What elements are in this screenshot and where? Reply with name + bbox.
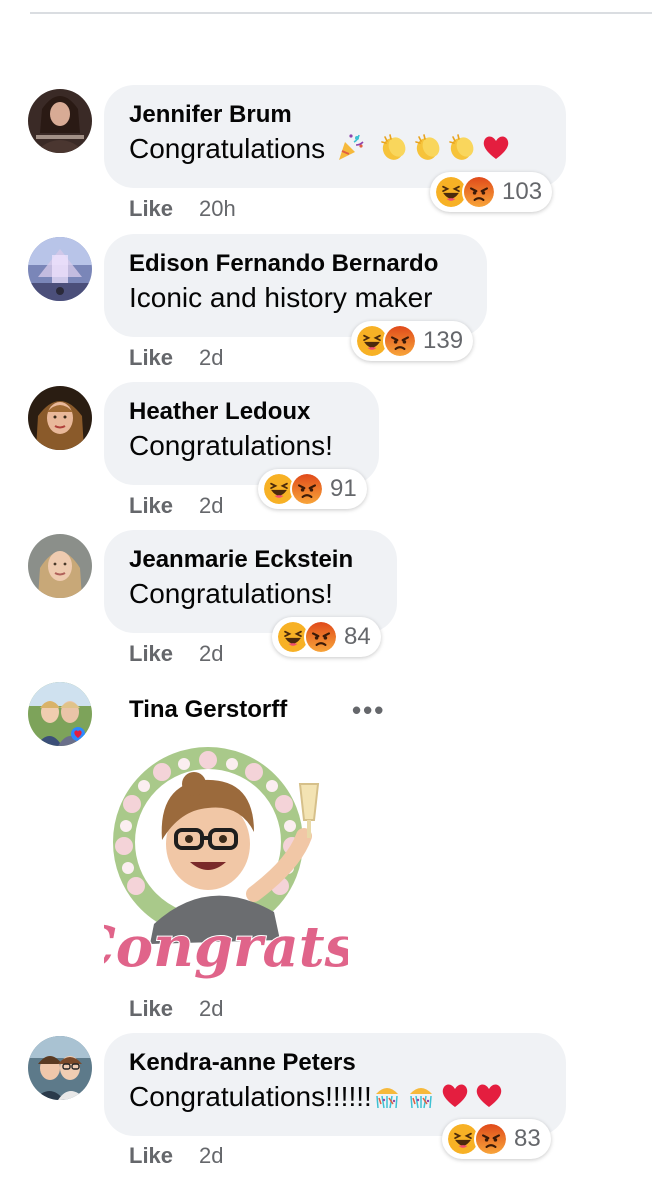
red-heart-icon (440, 1080, 470, 1119)
clapping-hands-icon (447, 132, 477, 171)
reaction-summary[interactable]: 139 (351, 321, 474, 361)
reaction-count: 91 (330, 475, 357, 502)
comment-text: Congratulations!!!!!! (129, 1079, 540, 1119)
comment-timestamp[interactable]: 2d (199, 345, 223, 370)
commenter-name[interactable]: Kendra-anne Peters (129, 1047, 540, 1079)
party-popper-icon (335, 132, 365, 171)
angry-reaction-icon (383, 324, 417, 358)
reaction-summary[interactable]: 91 (258, 469, 367, 509)
commenter-name[interactable]: Tina Gerstorff (129, 694, 287, 726)
more-options-button[interactable]: ••• (352, 697, 385, 723)
comment-timestamp[interactable]: 2d (199, 1143, 223, 1168)
clapping-hands-icon (413, 132, 443, 171)
clapping-hands-icon (379, 132, 409, 171)
comment-timestamp[interactable]: 2d (199, 493, 223, 518)
like-button[interactable]: Like (129, 1143, 173, 1168)
comment-text: Congratulations! (129, 578, 333, 609)
avatar[interactable] (28, 89, 92, 153)
angry-reaction-icon (474, 1122, 508, 1156)
reaction-summary[interactable]: 83 (442, 1119, 551, 1159)
reaction-count: 139 (423, 327, 464, 354)
reaction-count: 84 (344, 623, 371, 650)
like-button[interactable]: Like (129, 996, 173, 1021)
avatar[interactable] (28, 237, 92, 301)
avatar[interactable] (28, 682, 92, 746)
avatar[interactable] (28, 386, 92, 450)
comment-actions: Like 2d (129, 641, 224, 667)
comment-actions: Like 2d (129, 1143, 224, 1169)
comment-timestamp[interactable]: 20h (199, 196, 236, 221)
comment-timestamp[interactable]: 2d (199, 996, 223, 1021)
comment-text: Iconic and history maker (129, 282, 433, 313)
comment-text: Congratulations (129, 131, 540, 171)
reaction-count: 83 (514, 1125, 541, 1152)
avatar[interactable] (28, 1036, 92, 1100)
comment-actions: Like 2d (129, 493, 224, 519)
comment-timestamp[interactable]: 2d (199, 641, 223, 666)
comment-text-content: Congratulations!!!!!! (129, 1081, 372, 1112)
top-divider (30, 12, 652, 14)
angry-reaction-icon (462, 175, 496, 209)
sticker-caption: Congrats! (104, 914, 348, 980)
comment-actions: Like 2d (129, 345, 224, 371)
angry-reaction-icon (304, 620, 338, 654)
comment-actions: Like 20h (129, 196, 236, 222)
like-button[interactable]: Like (129, 196, 173, 221)
confetti-ball-icon (406, 1080, 436, 1119)
reaction-count: 103 (502, 178, 543, 205)
angry-reaction-icon (290, 472, 324, 506)
congrats-avatar-sticker: Congrats! (70, 744, 382, 982)
like-button[interactable]: Like (129, 641, 173, 666)
reaction-summary[interactable]: 84 (272, 617, 381, 657)
commenter-name[interactable]: Jennifer Brum (129, 99, 540, 131)
like-button[interactable]: Like (129, 493, 173, 518)
avatar[interactable] (28, 534, 92, 598)
like-button[interactable]: Like (129, 345, 173, 370)
red-heart-icon (481, 132, 511, 171)
commenter-name[interactable]: Jeanmarie Eckstein (129, 544, 371, 576)
confetti-ball-icon (372, 1080, 402, 1119)
comment-actions: Like 2d (129, 996, 224, 1022)
commenter-name[interactable]: Heather Ledoux (129, 396, 353, 428)
reaction-summary[interactable]: 103 (430, 172, 553, 212)
red-heart-icon (474, 1080, 504, 1119)
comment-text: Congratulations! (129, 430, 333, 461)
commenter-name[interactable]: Edison Fernando Bernardo (129, 248, 461, 280)
comment-text-content: Congratulations (129, 133, 326, 164)
